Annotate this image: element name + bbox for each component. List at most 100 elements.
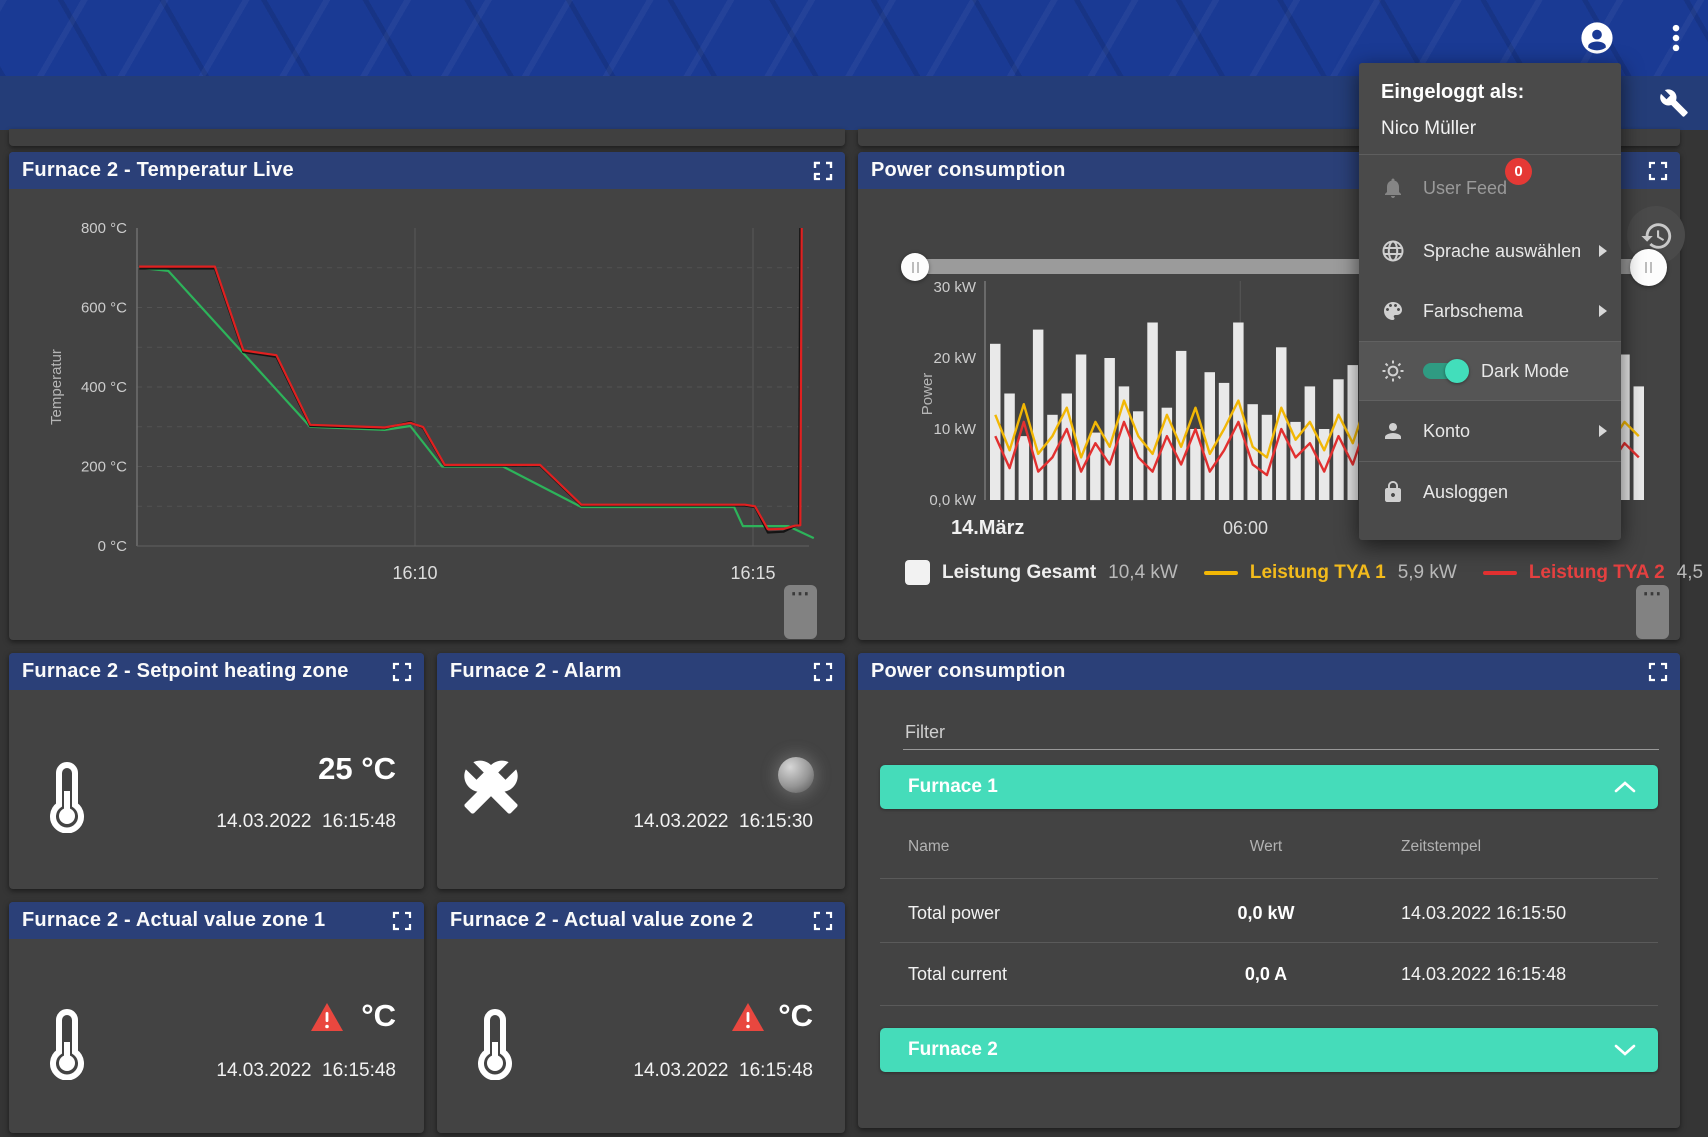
timestamp: 14.03.2022 16:15:48 [216,811,396,833]
svg-text:800 °C: 800 °C [81,220,127,237]
group-label: Furnace 1 [908,776,998,798]
card-more-button[interactable]: ⋯ [784,585,817,639]
card-title: Power consumption [871,159,1066,182]
card-title: Furnace 2 - Setpoint heating zone [22,660,349,683]
legend-item-tya1[interactable]: Leistung TYA 1 5,9 kW [1204,562,1457,584]
group-label: Furnace 2 [908,1039,998,1061]
row-divider [880,942,1658,943]
alarm-indicator-orb [778,757,814,793]
cell-wert: 0,0 A [1181,964,1351,985]
card-more-button[interactable]: ⋯ [1636,585,1669,639]
svg-text:16:10: 16:10 [392,563,437,583]
fullscreen-icon[interactable] [392,662,412,682]
submenu-arrow-icon [1599,425,1607,437]
legend-item-gesamt[interactable]: Leistung Gesamt 10,4 kW [905,560,1178,585]
svg-text:Temperatur: Temperatur [48,349,65,425]
fullscreen-icon[interactable] [813,911,833,931]
svg-text:Power: Power [919,373,936,416]
cutoff-card-bottom [9,129,845,146]
person-icon [1381,419,1405,443]
submenu-arrow-icon [1599,245,1607,257]
menu-item-language[interactable]: Sprache auswählen [1359,221,1621,281]
fullscreen-icon[interactable] [1648,662,1668,682]
zone1-unit: °C [361,998,396,1034]
table-row[interactable]: Total current 0,0 A 14.03.2022 16:15:48 [858,950,1680,998]
dashboard-viewport: Furnace 2 - Temperatur Live 16:10 16:15 0 … [0,0,1708,1137]
zone2-unit: °C [778,998,813,1034]
card-actual-zone1-header: Furnace 2 - Actual value zone 1 [9,902,424,939]
lock-icon [1381,480,1405,504]
cell-wert: 0,0 kW [1181,903,1351,924]
table-header-row: Name Wert Zeitstempel [858,831,1680,863]
chevron-up-icon [1614,781,1636,793]
fullscreen-icon[interactable] [392,911,412,931]
dark-mode-toggle[interactable] [1423,363,1465,379]
card-alarm-header: Furnace 2 - Alarm [437,653,845,690]
svg-text:10 kW: 10 kW [933,421,976,438]
group-furnace-1[interactable]: Furnace 1 [880,765,1658,809]
card-actual-zone2-header: Furnace 2 - Actual value zone 2 [437,902,845,939]
menu-item-logout[interactable]: Ausloggen [1359,462,1621,522]
fullscreen-icon[interactable] [813,662,833,682]
row-divider [880,878,1658,879]
card-title: Furnace 2 - Alarm [450,660,622,683]
card-actual-zone2: Furnace 2 - Actual value zone 2 °C 14.03… [437,902,845,1133]
slider-handle-right[interactable] [1630,249,1667,286]
menu-item-dark-mode[interactable]: Dark Mode [1359,341,1621,401]
menu-item-color-scheme[interactable]: Farbschema [1359,281,1621,341]
more-icon: ⋯ [1643,584,1663,605]
legend-checkbox[interactable] [905,560,930,585]
card-temperatur-live: Furnace 2 - Temperatur Live 16:10 16:15 0 … [9,152,845,640]
table-row[interactable]: Total power 0,0 kW 14.03.2022 16:15:50 [858,889,1680,937]
legend-line-swatch [1483,571,1517,575]
svg-text:400 °C: 400 °C [81,379,127,396]
slider-handle-left[interactable] [901,253,929,281]
legend-line-swatch [1204,571,1238,575]
logged-in-label: Eingeloggt als: [1381,81,1599,104]
timestamp: 14.03.2022 16:15:48 [633,1060,813,1082]
warning-icon [731,1002,765,1032]
timestamp: 14.03.2022 16:15:30 [633,811,813,833]
user-menu-header: Eingeloggt als: Nico Müller [1359,63,1621,154]
menu-item-label: Farbschema [1423,301,1599,322]
card-title: Furnace 2 - Actual value zone 2 [450,909,753,932]
kebab-menu-icon[interactable] [1666,21,1686,55]
wrench-icon[interactable] [1659,88,1689,118]
card-setpoint: Furnace 2 - Setpoint heating zone 25 °C … [9,653,424,889]
svg-text:30 kW: 30 kW [933,279,976,296]
thermometer-icon [49,1008,85,1080]
thermometer-icon [49,761,85,833]
svg-text:16:15: 16:15 [730,563,775,583]
column-header-wert: Wert [1181,838,1351,856]
fullscreen-icon[interactable] [1648,161,1668,181]
menu-item-user-feed[interactable]: User Feed 0 [1359,155,1621,221]
legend-value: 10,4 kW [1108,562,1178,584]
menu-item-account[interactable]: Konto [1359,401,1621,461]
thermometer-icon [477,1008,513,1080]
svg-text:0,0 kW: 0,0 kW [929,492,977,509]
cell-zeitstempel: 14.03.2022 16:15:48 [1351,964,1680,985]
svg-text:0 °C: 0 °C [98,538,128,555]
menu-item-label: Ausloggen [1423,482,1607,503]
group-furnace-2[interactable]: Furnace 2 [880,1028,1658,1072]
warning-icon [310,1002,344,1032]
timestamp: 14.03.2022 16:15:48 [216,1060,396,1082]
legend-label: Leistung TYA 1 [1250,562,1386,584]
globe-icon [1381,239,1405,263]
legend-value: 5,9 kW [1398,562,1457,584]
bell-icon [1381,176,1405,200]
panel-power-table-header: Power consumption [858,653,1680,690]
setpoint-value: 25 °C [318,751,396,787]
chevron-down-icon [1614,1044,1636,1056]
fullscreen-icon[interactable] [813,161,833,181]
power-chart-legend: Leistung Gesamt 10,4 kW Leistung TYA 1 5… [905,560,1665,585]
legend-item-tya2[interactable]: Leistung TYA 2 4,5 kW [1483,562,1708,584]
temperature-line-chart: 16:1016:150 °C200 °C400 °C600 °C800 °CTe… [9,189,845,640]
svg-text:200 °C: 200 °C [81,459,127,476]
filter-input[interactable] [903,715,1659,750]
menu-item-label: Dark Mode [1481,361,1607,382]
card-temperatur-live-header: Furnace 2 - Temperatur Live [9,152,845,189]
user-name: Nico Müller [1381,118,1599,140]
account-icon[interactable] [1580,21,1614,55]
history-icon[interactable] [1640,219,1674,253]
